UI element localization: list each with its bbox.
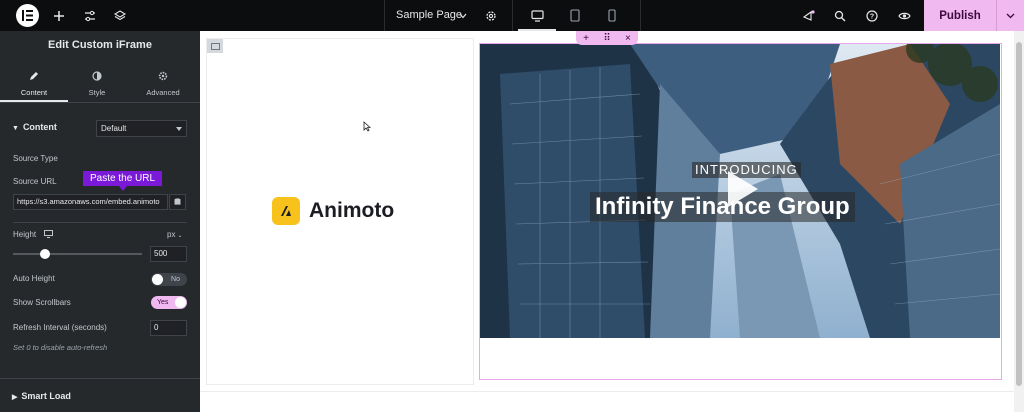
editor-panel: Edit Custom iFrame Content Style Advance… bbox=[0, 31, 200, 412]
animoto-logo-text: Animoto bbox=[309, 199, 395, 222]
tab-label: Content bbox=[20, 88, 48, 97]
column-handle[interactable] bbox=[207, 39, 223, 53]
height-input[interactable]: 500 bbox=[150, 246, 187, 262]
tab-style[interactable]: Style bbox=[68, 69, 126, 101]
height-label: Height bbox=[13, 230, 54, 240]
top-bar: Sample Page ? Publish bbox=[0, 0, 1024, 31]
gear-icon[interactable] bbox=[483, 0, 499, 31]
search-icon[interactable] bbox=[832, 0, 848, 31]
delete-section-button[interactable]: × bbox=[625, 33, 631, 44]
sliders-icon[interactable] bbox=[82, 0, 98, 31]
mobile-icon[interactable] bbox=[606, 0, 618, 31]
show-scrollbars-toggle[interactable]: Yes bbox=[151, 296, 187, 309]
auto-height-toggle[interactable]: No bbox=[151, 273, 187, 286]
height-slider-thumb[interactable] bbox=[40, 249, 50, 259]
contrast-icon bbox=[92, 69, 102, 83]
column-icon bbox=[210, 42, 220, 50]
section-controls: + ⠿ × bbox=[576, 31, 638, 45]
drag-handle-icon[interactable]: ⠿ bbox=[603, 33, 610, 44]
select-value: Default bbox=[101, 124, 127, 133]
toggle-state: No bbox=[171, 276, 180, 283]
elementor-logo-icon[interactable] bbox=[16, 4, 39, 27]
unit-select[interactable]: px ⌄ bbox=[167, 230, 182, 239]
chevron-down-icon: ⌄ bbox=[177, 233, 183, 239]
gear-icon bbox=[158, 69, 168, 83]
canvas-divider bbox=[200, 391, 1014, 392]
panel-title: Edit Custom iFrame bbox=[48, 39, 152, 51]
play-icon[interactable] bbox=[728, 171, 758, 207]
source-type-select[interactable]: Default bbox=[96, 120, 187, 137]
separator bbox=[384, 0, 385, 31]
caret-down-icon bbox=[176, 127, 182, 131]
tablet-icon[interactable] bbox=[568, 0, 582, 31]
auto-height-label: Auto Height bbox=[13, 274, 55, 283]
show-scrollbars-label: Show Scrollbars bbox=[13, 298, 71, 307]
section-title: Content bbox=[22, 122, 57, 132]
pencil-icon bbox=[29, 69, 39, 83]
database-icon bbox=[174, 198, 181, 205]
animoto-logo-icon bbox=[272, 197, 300, 225]
refresh-interval-label: Refresh Interval (seconds) bbox=[13, 323, 107, 332]
refresh-interval-input[interactable]: 0 bbox=[150, 320, 187, 336]
source-type-label: Source Type bbox=[13, 154, 58, 163]
tab-content[interactable]: Content bbox=[0, 69, 68, 101]
source-url-input[interactable]: https://s3.amazonaws.com/embed.animoto bbox=[13, 194, 168, 210]
desktop-icon bbox=[44, 230, 54, 240]
eye-icon[interactable] bbox=[896, 0, 912, 31]
tab-advanced[interactable]: Advanced bbox=[126, 69, 200, 101]
dynamic-tags-button[interactable] bbox=[169, 194, 186, 210]
desktop-icon[interactable] bbox=[529, 0, 545, 31]
height-label-text: Height bbox=[13, 230, 37, 240]
divider bbox=[0, 102, 200, 103]
chevron-down-icon bbox=[1006, 13, 1015, 18]
publish-button[interactable]: Publish bbox=[924, 0, 996, 31]
caret-down-icon: ▼ bbox=[12, 125, 19, 132]
paste-url-tooltip: Paste the URL bbox=[83, 171, 163, 191]
svg-text:?: ? bbox=[870, 13, 874, 20]
source-url-label: Source URL bbox=[13, 177, 57, 186]
add-section-button[interactable]: + bbox=[583, 33, 589, 44]
plus-icon[interactable] bbox=[51, 0, 67, 31]
section-content-header[interactable]: ▼ Content bbox=[12, 122, 57, 132]
separator bbox=[640, 0, 641, 31]
divider bbox=[0, 378, 200, 379]
notifications-icon[interactable] bbox=[800, 0, 816, 31]
separator bbox=[512, 0, 513, 31]
help-icon[interactable]: ? bbox=[864, 0, 880, 31]
unit-value: px bbox=[167, 230, 176, 239]
height-slider-track[interactable] bbox=[13, 253, 142, 255]
scrollbar-thumb[interactable] bbox=[1016, 42, 1022, 386]
mouse-cursor-icon bbox=[363, 119, 372, 137]
tab-label: Advanced bbox=[146, 88, 180, 97]
toggle-knob bbox=[175, 297, 186, 308]
section-smart-load-header[interactable]: ▶ Smart Load bbox=[12, 391, 71, 401]
tab-label: Style bbox=[88, 88, 106, 97]
publish-options-button[interactable] bbox=[996, 0, 1024, 31]
video-title: Infinity Finance Group bbox=[590, 192, 855, 222]
caret-right-icon: ▶ bbox=[12, 394, 18, 401]
toggle-knob bbox=[152, 274, 163, 285]
refresh-hint: Set 0 to disable auto-refresh bbox=[13, 343, 108, 352]
animoto-logo: Animoto bbox=[272, 197, 394, 225]
section-title: Smart Load bbox=[21, 391, 71, 401]
chevron-down-icon[interactable] bbox=[458, 0, 468, 31]
page-name[interactable]: Sample Page bbox=[396, 0, 462, 31]
layers-icon[interactable] bbox=[112, 0, 128, 31]
toggle-state: Yes bbox=[157, 299, 169, 306]
divider bbox=[13, 222, 187, 223]
